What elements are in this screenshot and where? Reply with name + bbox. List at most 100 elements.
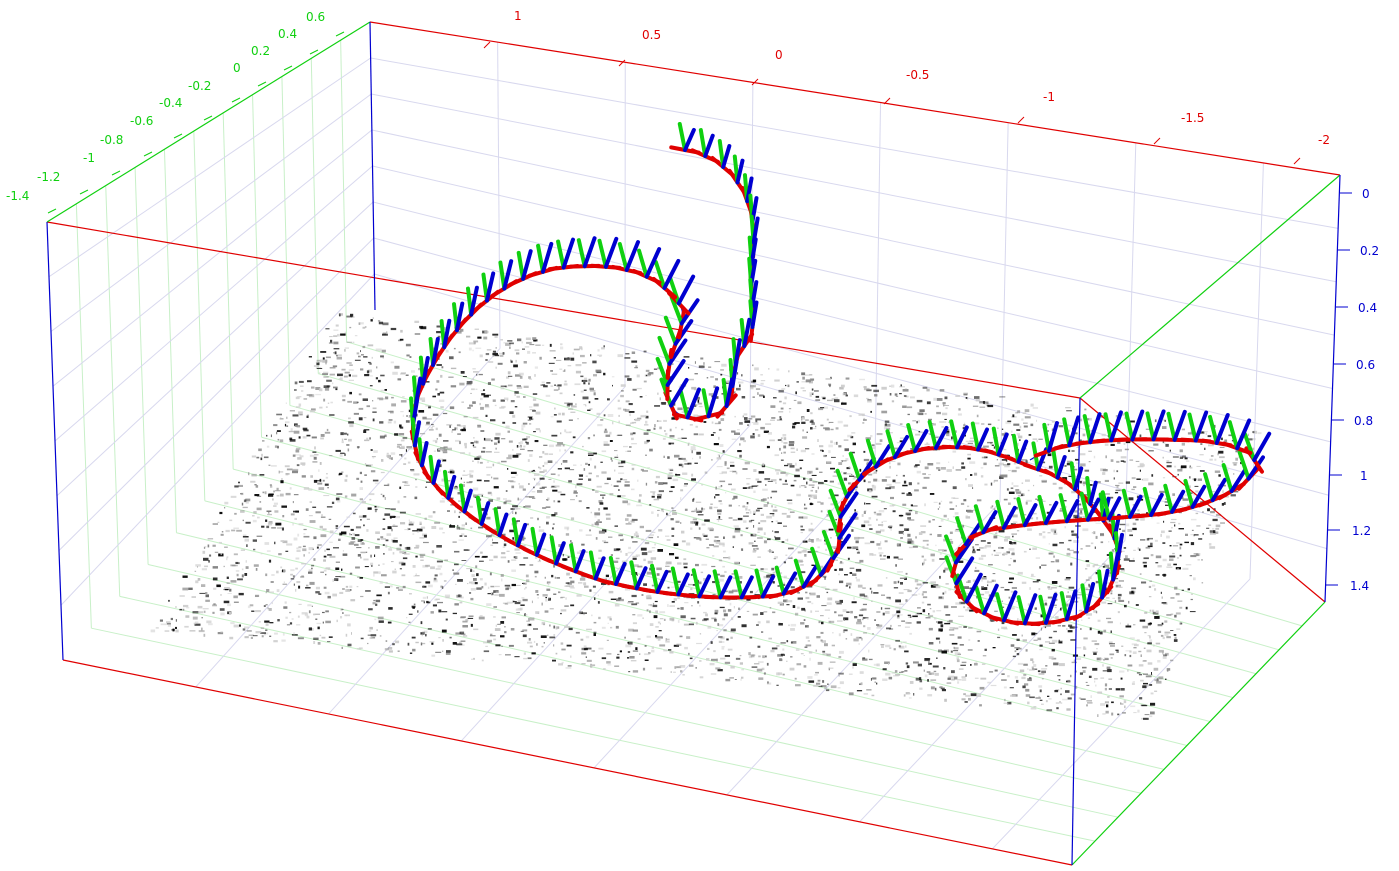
cloud-point	[1051, 648, 1055, 652]
cloud-point	[520, 604, 525, 606]
cloud-point	[909, 632, 912, 635]
cloud-point	[884, 540, 888, 543]
cloud-point	[572, 352, 574, 355]
cloud-point	[716, 457, 722, 460]
cloud-point	[412, 533, 415, 535]
cloud-point	[462, 474, 468, 476]
cloud-point	[298, 546, 302, 549]
cloud-point	[824, 609, 831, 611]
cloud-point	[994, 554, 999, 556]
cloud-point	[897, 571, 903, 573]
cloud-point	[507, 371, 511, 375]
cloud-point	[871, 600, 873, 602]
cloud-point	[694, 462, 698, 464]
cloud-point	[1125, 523, 1130, 527]
cloud-point	[723, 613, 728, 617]
cloud-point	[401, 574, 406, 577]
cloud-point	[253, 511, 257, 514]
cloud-point	[792, 422, 797, 425]
cloud-point	[285, 473, 290, 475]
cloud-point	[377, 538, 380, 541]
cloud-point	[313, 456, 317, 460]
cloud-point	[884, 420, 890, 423]
cloud-point	[560, 343, 563, 346]
cloud-point	[942, 412, 948, 416]
cloud-point	[757, 537, 763, 539]
cloud-point	[657, 509, 660, 511]
cloud-point	[1093, 455, 1096, 459]
cloud-point	[630, 660, 637, 662]
cloud-point	[795, 462, 797, 466]
cloud-point	[718, 559, 722, 562]
cloud-point	[944, 622, 951, 625]
cloud-point	[726, 638, 729, 641]
cloud-point	[289, 487, 292, 490]
cloud-point	[422, 596, 427, 599]
cloud-point	[635, 418, 641, 422]
cloud-point	[801, 607, 806, 611]
cloud-point	[1106, 704, 1109, 708]
cloud-point	[369, 362, 372, 365]
cloud-point	[1139, 434, 1142, 438]
cloud-point	[853, 394, 859, 398]
cloud-point	[641, 594, 644, 596]
cloud-point	[1107, 669, 1112, 673]
cloud-point	[493, 616, 496, 618]
cloud-point	[897, 625, 901, 627]
cloud-point	[658, 630, 662, 632]
cloud-point	[521, 341, 523, 344]
cloud-point	[787, 384, 790, 388]
cloud-point	[922, 486, 927, 489]
cloud-point	[529, 409, 536, 411]
cloud-point	[645, 395, 647, 396]
cloud-point	[375, 546, 380, 549]
cloud-point	[809, 498, 811, 500]
cloud-point	[606, 661, 611, 664]
cloud-point	[857, 584, 863, 588]
cloud-point	[707, 647, 710, 650]
cloud-point	[997, 628, 1000, 631]
cloud-point	[286, 425, 289, 427]
cloud-point	[341, 646, 343, 649]
cloud-point	[229, 611, 232, 615]
cloud-point	[1123, 547, 1127, 549]
cloud-point	[456, 424, 461, 427]
cloud-point	[399, 454, 401, 456]
cloud-point	[980, 540, 986, 542]
cloud-point	[504, 631, 507, 634]
cloud-point	[955, 602, 961, 605]
cloud-point	[921, 593, 924, 596]
cloud-point	[195, 564, 201, 567]
cloud-point	[363, 430, 367, 433]
cloud-point	[1176, 628, 1181, 630]
cloud-point	[747, 424, 749, 426]
cloud-point	[1190, 555, 1197, 558]
cloud-point	[1195, 490, 1199, 493]
cloud-point	[392, 552, 395, 555]
cloud-point	[351, 537, 356, 540]
cloud-point	[783, 437, 787, 441]
cloud-point	[680, 670, 683, 673]
cloud-point	[420, 559, 424, 561]
cloud-point	[632, 670, 639, 673]
cloud-point	[317, 642, 321, 645]
cloud-point	[1079, 609, 1083, 612]
cloud-point	[1059, 542, 1064, 544]
cloud-point	[593, 374, 597, 377]
cloud-point	[627, 641, 629, 644]
cloud-point	[512, 511, 514, 514]
cloud-point	[801, 550, 807, 553]
cloud-point	[852, 573, 857, 576]
cloud-point	[636, 504, 643, 507]
cloud-point	[1155, 574, 1160, 576]
cloud-point	[592, 585, 596, 588]
cloud-point	[329, 555, 336, 558]
cloud-point	[744, 420, 751, 423]
cloud-point	[845, 638, 848, 640]
cloud-point	[710, 673, 717, 675]
cloud-point	[1024, 409, 1030, 413]
cloud-point	[401, 454, 403, 457]
cloud-point	[470, 588, 476, 591]
cloud-point	[346, 315, 353, 318]
cloud-point	[315, 393, 321, 396]
